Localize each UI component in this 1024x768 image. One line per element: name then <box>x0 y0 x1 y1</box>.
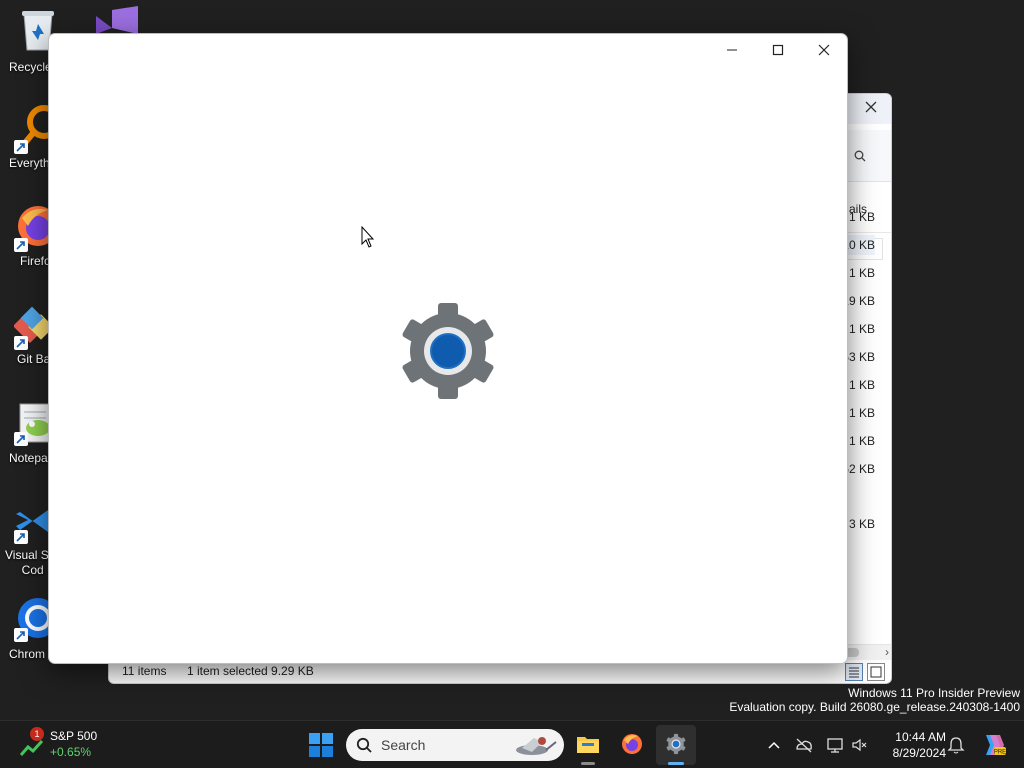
explorer-search-button[interactable] <box>847 136 891 176</box>
minimize-icon <box>727 49 737 51</box>
tiles-view-icon <box>870 666 882 678</box>
close-button[interactable] <box>801 34 847 66</box>
chevron-up-icon[interactable] <box>764 735 784 755</box>
maximize-icon <box>772 44 784 56</box>
status-item-count: 11 items <box>122 664 167 678</box>
shortcut-arrow-icon <box>14 238 28 252</box>
taskbar-search-box[interactable]: Search <box>346 729 564 761</box>
stock-chart-icon <box>20 739 44 756</box>
file-size-cell: 1 KB <box>848 210 875 224</box>
copilot-icon[interactable]: PRE <box>980 733 1006 757</box>
details-view-button[interactable] <box>845 663 863 681</box>
search-highlight-illustration-icon <box>516 737 557 755</box>
search-icon <box>356 737 372 753</box>
evaluation-watermark: Windows 11 Pro Insider Preview Evaluatio… <box>729 686 1020 714</box>
folder-icon <box>577 737 599 753</box>
running-indicator <box>581 762 595 765</box>
shortcut-arrow-icon <box>14 530 28 544</box>
file-size-cell: 1 KB <box>848 266 875 280</box>
network-icon[interactable] <box>826 735 846 755</box>
settings-window[interactable] <box>48 33 848 664</box>
scroll-right-icon[interactable]: › <box>885 645 889 659</box>
settings-gear-icon <box>666 733 686 755</box>
watermark-line-2: Evaluation copy. Build 26080.ge_release.… <box>729 700 1020 714</box>
shortcut-arrow-icon <box>14 336 28 350</box>
file-size-cell: 1 KB <box>848 378 875 392</box>
stock-name: S&P 500 <box>50 729 98 743</box>
details-view-icon <box>849 667 859 678</box>
running-indicator <box>668 762 684 765</box>
settings-gear-icon <box>402 303 494 399</box>
close-icon <box>865 101 877 113</box>
start-button[interactable] <box>307 731 335 759</box>
visual-studio-icon[interactable] <box>92 6 142 34</box>
svg-text:PRE: PRE <box>994 750 1006 756</box>
taskbar-clock[interactable]: 10:44 AM 8/29/2024 <box>880 729 946 761</box>
notification-badge: 1 <box>30 727 44 741</box>
search-icon <box>854 150 866 162</box>
watermark-line-1: Windows 11 Pro Insider Preview <box>848 686 1020 700</box>
shortcut-arrow-icon <box>14 140 28 154</box>
firefox-icon <box>622 734 642 754</box>
mouse-cursor-icon <box>361 226 375 248</box>
clock-time: 10:44 AM <box>895 730 946 744</box>
search-placeholder: Search <box>381 737 426 753</box>
maximize-button[interactable] <box>755 34 801 66</box>
explorer-close-button[interactable] <box>865 100 877 118</box>
taskbar-firefox[interactable] <box>612 725 652 765</box>
file-size-cell: 1 KB <box>848 406 875 420</box>
shortcut-arrow-icon <box>14 628 28 642</box>
shortcut-arrow-icon <box>14 432 28 446</box>
file-size-cell: 1 KB <box>848 322 875 336</box>
close-icon <box>818 44 830 56</box>
taskbar-settings[interactable] <box>656 725 696 765</box>
file-size-cell: 3 KB <box>848 517 875 531</box>
clock-date: 8/29/2024 <box>892 746 946 760</box>
onedrive-offline-icon[interactable] <box>794 735 814 755</box>
minimize-button[interactable] <box>709 34 755 66</box>
large-icons-view-button[interactable] <box>867 663 885 681</box>
stock-change: +0.65% <box>50 745 92 759</box>
status-selection: 1 item selected 9.29 KB <box>187 664 314 678</box>
volume-muted-icon[interactable] <box>850 735 870 755</box>
stock-widget[interactable]: 1 S&P 500 +0.65% <box>18 727 128 763</box>
file-size-cell: 1 KB <box>848 434 875 448</box>
notification-bell-icon[interactable] <box>946 735 966 755</box>
taskbar: 1 S&P 500 +0.65% Search 10:44 AM 8/29/20… <box>0 720 1024 768</box>
taskbar-file-explorer[interactable] <box>568 725 608 765</box>
